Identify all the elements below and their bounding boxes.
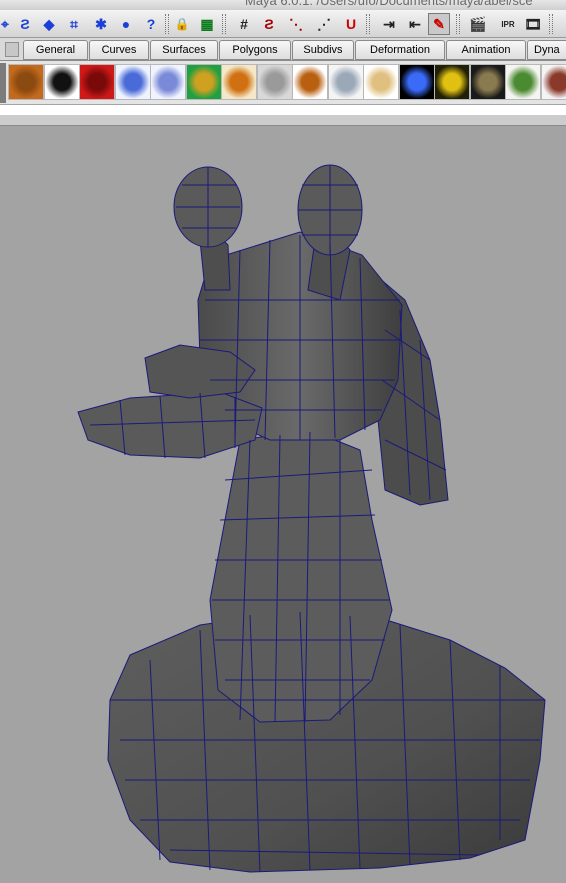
snap-to-grid-icon[interactable]: #	[233, 13, 255, 35]
render-globals-icon[interactable]: 🎞	[522, 13, 544, 35]
status-separator	[165, 14, 169, 34]
tab-polygons[interactable]: Polygons	[219, 40, 291, 60]
dark-hair-brush-icon[interactable]	[469, 64, 506, 100]
rainbow-swirl-brush-icon[interactable]	[185, 64, 222, 100]
window-title: Maya 6.0.1: /Users/ufo/Documents/maya/ab…	[245, 0, 533, 8]
select-deformations-icon[interactable]: ⌗	[63, 13, 85, 35]
gold-worm-brush-icon[interactable]	[292, 64, 328, 100]
status-line: ⌖ Ƨ ◆ ⌗ ✱ ● ? 🔒 ▦ # Ƨ ⋱ ⋰ U ⇥ ⇤ ✎ 🎬 IPR …	[0, 10, 566, 38]
tab-general[interactable]: General	[23, 40, 88, 60]
shelf-tab-bar: General Curves Surfaces Polygons Subdivs…	[0, 38, 566, 61]
shelf-menu-handle[interactable]	[5, 42, 19, 57]
gray-texture-brush-icon[interactable]	[256, 64, 293, 100]
select-dynamics-icon[interactable]: ✱	[90, 13, 112, 35]
character-head-mesh	[77, 164, 546, 873]
fire-brush-icon[interactable]	[221, 64, 257, 100]
neon-blue-brush-icon[interactable]	[398, 64, 435, 100]
tab-deformation[interactable]: Deformation	[355, 40, 445, 60]
shelf-content	[0, 61, 566, 105]
tab-animation[interactable]: Animation	[446, 40, 526, 60]
silver-swirl-brush-icon[interactable]	[327, 64, 364, 100]
blue-dots-brush-icon[interactable]	[150, 64, 186, 100]
snap-to-view-planes-icon[interactable]: ⋰	[313, 13, 335, 35]
select-curves-icon[interactable]: Ƨ	[14, 13, 36, 35]
panel-divider	[0, 115, 566, 126]
status-separator	[549, 14, 553, 34]
perspective-viewport[interactable]	[0, 126, 566, 883]
select-rendering-icon[interactable]: ●	[115, 13, 137, 35]
highlight-selection-icon[interactable]: ▦	[196, 13, 218, 35]
shelf-grip[interactable]	[0, 63, 6, 103]
grass-brush-icon[interactable]	[505, 64, 541, 100]
lock-selection-icon[interactable]: 🔒	[171, 13, 193, 35]
tab-dynamics[interactable]: Dyna	[527, 40, 566, 60]
tab-subdivs[interactable]: Subdivs	[292, 40, 354, 60]
input-ops-icon[interactable]: ⇥	[378, 13, 400, 35]
status-separator	[222, 14, 226, 34]
branch-brush-icon[interactable]	[540, 64, 566, 100]
snap-to-points-icon[interactable]: ⋱	[285, 13, 307, 35]
panel-toolbar	[0, 105, 566, 115]
tab-curves[interactable]: Curves	[89, 40, 149, 60]
orange-brush-icon[interactable]	[8, 64, 44, 100]
select-misc-icon[interactable]: ?	[140, 13, 162, 35]
yellow-spiral-brush-icon[interactable]	[434, 64, 470, 100]
red-brush-icon[interactable]	[79, 64, 115, 100]
status-separator	[366, 14, 370, 34]
black-splat-brush-icon[interactable]	[43, 64, 80, 100]
pearl-brush-icon[interactable]	[363, 64, 399, 100]
make-live-icon[interactable]: U	[340, 13, 362, 35]
construction-history-icon[interactable]: ✎	[428, 13, 450, 35]
render-current-frame-icon[interactable]: 🎬	[467, 13, 489, 35]
snap-to-curves-icon[interactable]: Ƨ	[258, 13, 280, 35]
window-titlebar: Maya 6.0.1: /Users/ufo/Documents/maya/ab…	[0, 0, 566, 10]
status-separator	[456, 14, 460, 34]
blue-stroke-brush-icon[interactable]	[114, 64, 151, 100]
tab-surfaces[interactable]: Surfaces	[150, 40, 218, 60]
ipr-render-icon[interactable]: IPR	[497, 13, 519, 35]
output-ops-icon[interactable]: ⇤	[404, 13, 426, 35]
select-surfaces-icon[interactable]: ◆	[38, 13, 60, 35]
